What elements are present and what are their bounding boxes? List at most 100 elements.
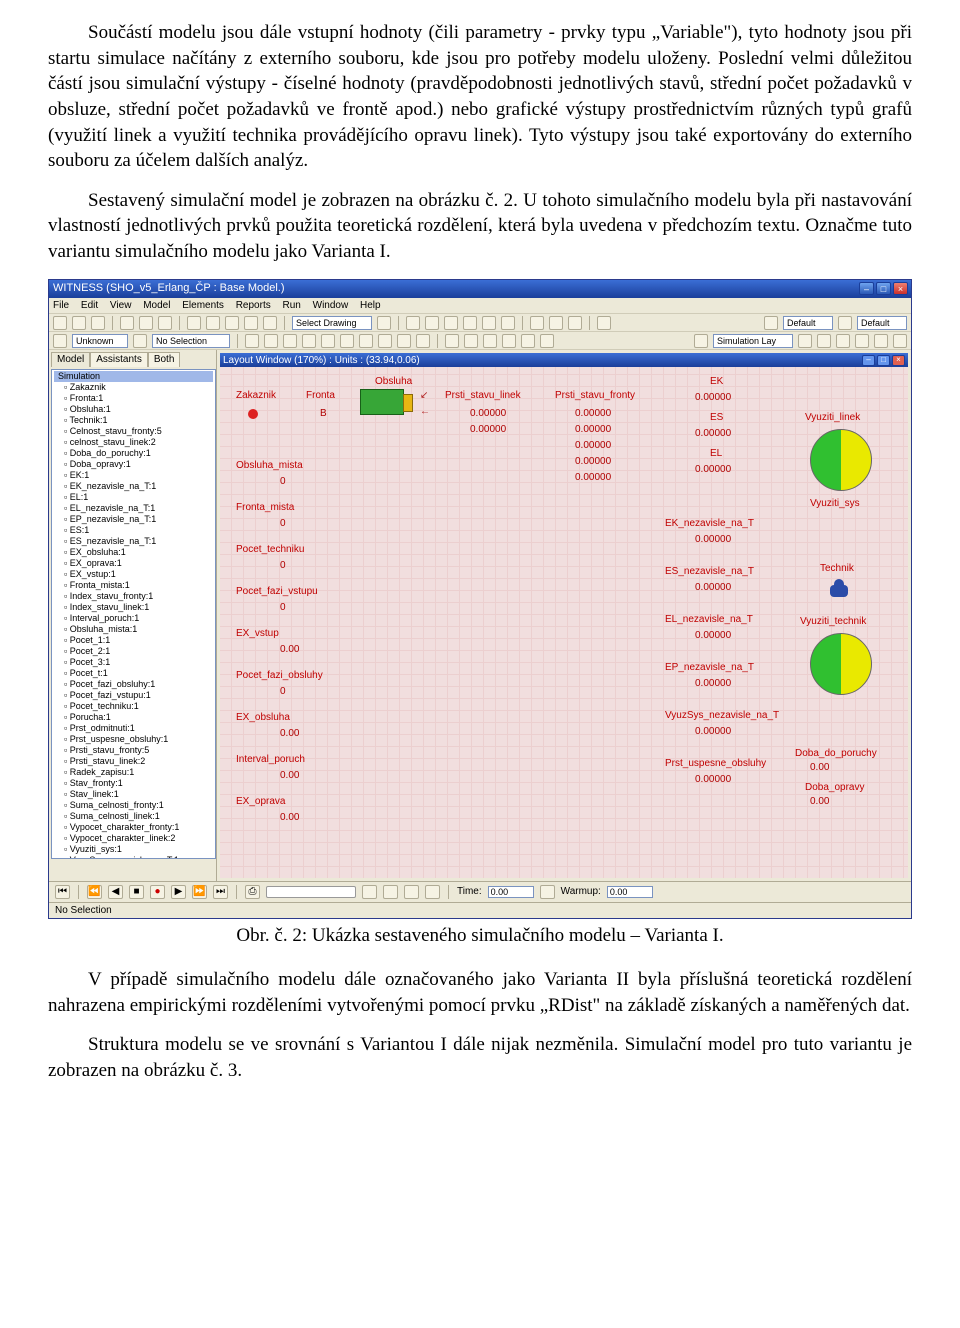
tbtn[interactable]: [53, 334, 67, 348]
tree-item[interactable]: ▫ Celnost_stavu_fronty:5: [54, 426, 213, 437]
tbtn[interactable]: [855, 334, 869, 348]
play-rewind[interactable]: ⏮: [55, 885, 70, 899]
time-input[interactable]: [488, 886, 534, 898]
tbtn[interactable]: [120, 316, 134, 330]
tbtn[interactable]: [72, 316, 86, 330]
play-step-back[interactable]: ⏪: [87, 885, 102, 899]
tree-item[interactable]: ▫ EK_nezavisle_na_T:1: [54, 481, 213, 492]
tree-root[interactable]: Simulation: [54, 371, 213, 382]
menu-window[interactable]: Window: [313, 300, 349, 311]
play-btn[interactable]: [362, 885, 377, 899]
tree-item[interactable]: ▫ Pocet_1:1: [54, 635, 213, 646]
tbtn[interactable]: [694, 334, 708, 348]
tbtn[interactable]: [521, 334, 535, 348]
tree-item[interactable]: ▫ Prst_uspesne_obsluhy:1: [54, 734, 213, 745]
tbtn[interactable]: [377, 316, 391, 330]
tree-item[interactable]: ▫ Obsluha_mista:1: [54, 624, 213, 635]
tbtn[interactable]: [893, 334, 907, 348]
tree-item[interactable]: ▫ Prst_odmitnuti:1: [54, 723, 213, 734]
tbtn[interactable]: [425, 316, 439, 330]
tree-item[interactable]: ▫ EP_nezavisle_na_T:1: [54, 514, 213, 525]
select-drawing-combo[interactable]: Select Drawing: [292, 316, 372, 330]
tree-item[interactable]: ▫ Vypocet_charakter_linek:2: [54, 833, 213, 844]
tbtn[interactable]: [874, 334, 888, 348]
tbtn[interactable]: [597, 316, 611, 330]
tbtn[interactable]: [406, 316, 420, 330]
menu-model[interactable]: Model: [143, 300, 170, 311]
tbtn[interactable]: [340, 334, 354, 348]
menu-view[interactable]: View: [110, 300, 132, 311]
tbtn[interactable]: [817, 334, 831, 348]
menu-edit[interactable]: Edit: [81, 300, 98, 311]
tbtn[interactable]: [53, 316, 67, 330]
play-end[interactable]: ⏭: [213, 885, 228, 899]
tbtn[interactable]: [397, 334, 411, 348]
tbtn[interactable]: [91, 316, 105, 330]
layout-max-button[interactable]: □: [877, 355, 890, 366]
tree-item[interactable]: ▫ Stav_linek:1: [54, 789, 213, 800]
tree-item[interactable]: ▫ Pocet_2:1: [54, 646, 213, 657]
menu-reports[interactable]: Reports: [236, 300, 271, 311]
tbtn[interactable]: [483, 334, 497, 348]
tree-item[interactable]: ▫ Porucha:1: [54, 712, 213, 723]
tbtn[interactable]: [244, 316, 258, 330]
tree-tabs[interactable]: ModelAssistantsBoth: [51, 352, 216, 367]
tree-item[interactable]: ▫ Technik:1: [54, 415, 213, 426]
combo-simlayer[interactable]: Simulation Lay: [713, 334, 793, 348]
tab-model[interactable]: Model: [51, 352, 90, 367]
tree-item[interactable]: ▫ Fronta_mista:1: [54, 580, 213, 591]
tbtn[interactable]: [206, 316, 220, 330]
tbtn[interactable]: [501, 316, 515, 330]
tbtn[interactable]: [836, 334, 850, 348]
tree-item[interactable]: ▫ EX_obsluha:1: [54, 547, 213, 558]
warmup-input[interactable]: [607, 886, 653, 898]
tree-item[interactable]: ▫ VyuzSys_nezavisle_na_T:1: [54, 855, 213, 859]
tree-item[interactable]: ▫ Doba_opravy:1: [54, 459, 213, 470]
tbtn[interactable]: [359, 334, 373, 348]
tree-item[interactable]: ▫ Prsti_stavu_linek:2: [54, 756, 213, 767]
tree-item[interactable]: ▫ Radek_zapisu:1: [54, 767, 213, 778]
combo-unknown[interactable]: Unknown: [72, 334, 128, 348]
tree-item[interactable]: ▫ Fronta:1: [54, 393, 213, 404]
tab-both[interactable]: Both: [148, 352, 181, 367]
tbtn[interactable]: [158, 316, 172, 330]
tree-item[interactable]: ▫ celnost_stavu_linek:2: [54, 437, 213, 448]
tree-item[interactable]: ▫ Pocet_t:1: [54, 668, 213, 679]
tbtn[interactable]: [445, 334, 459, 348]
tree-item[interactable]: ▫ Pocet_3:1: [54, 657, 213, 668]
tree-item[interactable]: ▫ Stav_fronty:1: [54, 778, 213, 789]
tbtn[interactable]: [187, 316, 201, 330]
tree-item[interactable]: ▫ EL_nezavisle_na_T:1: [54, 503, 213, 514]
tree-item[interactable]: ▫ Pocet_fazi_obsluhy:1: [54, 679, 213, 690]
layout-min-button[interactable]: –: [862, 355, 875, 366]
menu-file[interactable]: File: [53, 300, 69, 311]
layout-canvas[interactable]: Zakaznik Fronta Obsluha B ↙ ← Prsti_stav…: [220, 367, 908, 878]
menu-elements[interactable]: Elements: [182, 300, 224, 311]
tree-item[interactable]: ▫ ES_nezavisle_na_T:1: [54, 536, 213, 547]
tree-item[interactable]: ▫ Zakaznik: [54, 382, 213, 393]
tbtn[interactable]: [549, 316, 563, 330]
tree-item[interactable]: ▫ ES:1: [54, 525, 213, 536]
tree-item[interactable]: ▫ EL:1: [54, 492, 213, 503]
combo-noselection[interactable]: No Selection: [152, 334, 230, 348]
tree-item[interactable]: ▫ Interval_poruch:1: [54, 613, 213, 624]
tbtn[interactable]: [225, 316, 239, 330]
tbtn[interactable]: [245, 334, 259, 348]
tab-assistants[interactable]: Assistants: [90, 352, 148, 367]
tbtn[interactable]: [568, 316, 582, 330]
tree-item[interactable]: ▫ Obsluha:1: [54, 404, 213, 415]
tbtn[interactable]: [139, 316, 153, 330]
tree-item[interactable]: ▫ Vypocet_charakter_fronty:1: [54, 822, 213, 833]
tree-view[interactable]: Simulation ▫ Zakaznik▫ Fronta:1▫ Obsluha…: [51, 369, 216, 859]
tree-item[interactable]: ▫ Index_stavu_fronty:1: [54, 591, 213, 602]
tbtn[interactable]: [321, 334, 335, 348]
play-start[interactable]: ▶: [171, 885, 186, 899]
tree-item[interactable]: ▫ EK:1: [54, 470, 213, 481]
tree-item[interactable]: ▫ EX_vstup:1: [54, 569, 213, 580]
layout-close-button[interactable]: ×: [892, 355, 905, 366]
maximize-button[interactable]: □: [876, 282, 891, 295]
tbtn[interactable]: [764, 316, 778, 330]
combo-default-a[interactable]: Default: [783, 316, 833, 330]
tbtn[interactable]: [540, 334, 554, 348]
play-stop[interactable]: ■: [129, 885, 144, 899]
